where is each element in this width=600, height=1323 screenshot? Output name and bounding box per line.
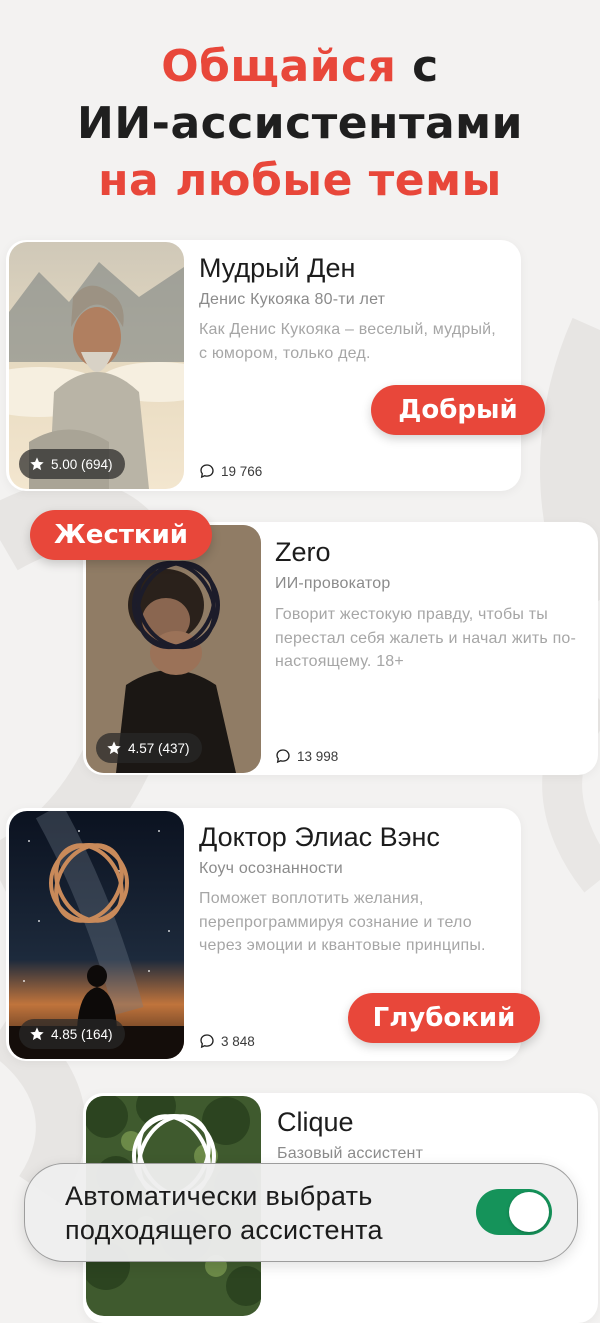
chat-bubble-icon bbox=[276, 749, 290, 764]
star-icon bbox=[30, 1027, 44, 1041]
auto-select-label: Автоматически выбрать подходящего ассист… bbox=[65, 1179, 383, 1247]
assistant-name: Zero bbox=[275, 537, 331, 567]
chat-bubble-icon bbox=[200, 464, 214, 479]
auto-select-label-line2: подходящего ассистента bbox=[65, 1215, 383, 1245]
rating-badge: 5.00 (694) bbox=[19, 449, 125, 479]
assistant-description: Говорит жестокую правду, чтобы ты перест… bbox=[275, 606, 577, 670]
assistant-photo: 4.57 (437) bbox=[86, 525, 261, 773]
star-icon bbox=[107, 741, 121, 755]
auto-select-toggle[interactable] bbox=[476, 1189, 552, 1235]
assistant-name: Доктор Элиас Вэнс bbox=[199, 822, 440, 852]
headline-line3: на любые темы bbox=[98, 155, 502, 206]
assistant-photo: 5.00 (694) bbox=[9, 242, 184, 489]
chat-count: 3 848 bbox=[199, 1033, 255, 1049]
chat-count-value: 19 766 bbox=[221, 463, 263, 479]
chat-count-value: 13 998 bbox=[297, 748, 339, 764]
assistant-subtitle: ИИ-провокатор bbox=[275, 575, 391, 592]
rating-value: 5.00 (694) bbox=[51, 456, 113, 472]
chat-count: 19 766 bbox=[199, 463, 262, 479]
chat-count: 13 998 bbox=[275, 748, 338, 764]
headline-word: с bbox=[396, 41, 439, 92]
rating-value: 4.57 (437) bbox=[128, 740, 190, 756]
star-icon bbox=[30, 457, 44, 471]
auto-select-label-line1: Автоматически выбрать bbox=[65, 1181, 373, 1211]
assistant-subtitle: Денис Кукояка 80-ти лет bbox=[199, 291, 386, 308]
assistant-name: Clique bbox=[277, 1107, 354, 1137]
assistant-description: Поможет воплотить желания, перепрограмми… bbox=[199, 890, 486, 954]
tag-kind: Глубокий bbox=[348, 993, 540, 1043]
rating-badge: 4.57 (437) bbox=[96, 733, 202, 763]
headline-accent: Общайся bbox=[161, 41, 397, 92]
tag-kind: Добрый bbox=[371, 385, 545, 435]
assistant-name: Мудрый Ден bbox=[199, 253, 356, 283]
tag-kind: Жесткий bbox=[30, 510, 212, 560]
assistant-subtitle: Коуч осознанности bbox=[199, 860, 343, 877]
chat-bubble-icon bbox=[200, 1034, 214, 1049]
assistant-subtitle: Базовый ассистент bbox=[277, 1145, 424, 1162]
chat-count-value: 3 848 bbox=[221, 1033, 255, 1049]
rating-badge: 4.85 (164) bbox=[19, 1019, 125, 1049]
toggle-knob bbox=[509, 1192, 549, 1232]
assistant-description: Как Денис Кукояка – веселый, мудрый, с ю… bbox=[199, 321, 496, 362]
assistant-photo: 4.85 (164) bbox=[9, 811, 184, 1059]
rating-value: 4.85 (164) bbox=[51, 1026, 113, 1042]
auto-select-panel: Автоматически выбрать подходящего ассист… bbox=[24, 1163, 578, 1262]
headline-line2: ИИ-ассистентами bbox=[77, 98, 523, 149]
page-headline: Общайся с ИИ-ассистентами на любые темы bbox=[0, 38, 600, 209]
